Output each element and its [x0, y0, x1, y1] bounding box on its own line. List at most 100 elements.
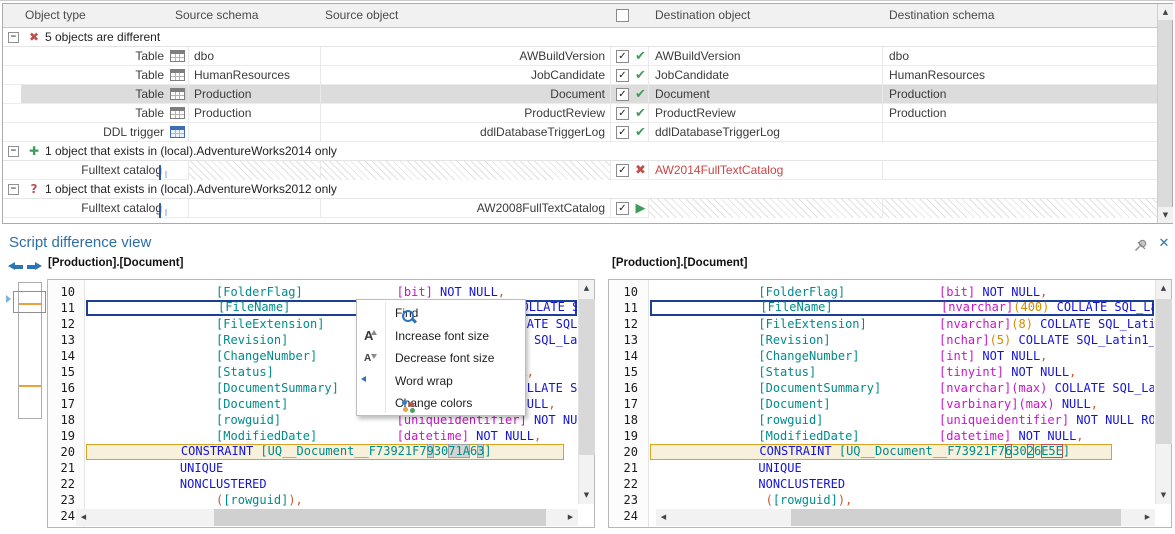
code-line[interactable]: UNIQUE [86, 460, 577, 476]
code-line[interactable]: ([rowguid]), [650, 492, 1154, 508]
include-cell: ✓ ✔ [611, 123, 649, 142]
row-checkbox[interactable]: ✓ [616, 107, 629, 120]
line-number: 15 [60, 365, 75, 379]
create-play-icon: ▶ [635, 201, 646, 216]
table-row[interactable]: Table HumanResources JobCandidate ✓ ✔ JobCand… [3, 66, 1172, 85]
row-checkbox[interactable]: ✓ [616, 88, 629, 101]
menu-item-label: Word wrap [395, 373, 453, 388]
code-line[interactable]: [rowguid] [uniqueidentifier] NOT NULL RO… [650, 412, 1154, 428]
row-checkbox[interactable]: ✓ [616, 69, 629, 82]
grid-body: − ✖ 5 objects are different Table dbo AWBuild… [3, 28, 1172, 218]
line-number: 24 [623, 509, 638, 523]
row-checkbox[interactable]: ✓ [616, 202, 629, 215]
table-row[interactable]: Fulltext catalog ✓ ✖ AW2014FullTextCatalog [3, 161, 1172, 180]
code-line[interactable]: [ModifiedDate] [datetime] NOT NULL, [86, 428, 577, 444]
group-row[interactable]: − ✖ 5 objects are different [3, 28, 1172, 47]
context-menu: Find A Increase font size A Decrease font si… [356, 299, 526, 416]
row-checkbox[interactable]: ✓ [616, 164, 629, 177]
menu-item-word-wrap[interactable]: Word wrap [357, 370, 525, 393]
left-vertical-scrollbar[interactable]: ▲ ▼ [578, 280, 595, 504]
scroll-down-icon[interactable]: ▼ [579, 487, 594, 503]
scrollbar-thumb[interactable] [214, 509, 546, 526]
group-row[interactable]: − ✚ 1 object that exists in (local).Advent… [3, 142, 1172, 161]
code-line[interactable]: [Revision] [nchar](5) COLLATE SQL_Latin1… [650, 332, 1154, 348]
synced-check-icon: ✔ [635, 125, 646, 140]
scroll-right-icon[interactable]: ▶ [1140, 509, 1155, 526]
grid-vertical-scrollbar[interactable]: ▲ ▼ [1157, 4, 1173, 223]
next-difference-icon[interactable] [27, 262, 42, 271]
scroll-up-icon[interactable]: ▲ [579, 280, 594, 296]
code-line[interactable]: [Status] [tinyint] NOT NULL, [650, 364, 1154, 380]
code-line[interactable]: CONSTRAINT [UQ__Document__F73921F763026E… [650, 444, 1112, 460]
code-line[interactable]: [ModifiedDate] [datetime] NOT NULL, [650, 428, 1154, 444]
destination-schema-cell [883, 199, 1160, 218]
row-checkbox[interactable]: ✓ [616, 50, 629, 63]
column-header-source-schema[interactable]: Source schema [175, 8, 258, 22]
close-icon[interactable]: ✕ [1156, 236, 1172, 252]
scrollbar-thumb[interactable] [791, 509, 1121, 526]
source-schema-cell [189, 123, 321, 142]
diff-map-viewport[interactable] [13, 291, 46, 313]
column-header-destination-schema[interactable]: Destination schema [889, 8, 994, 22]
scrollbar-thumb[interactable] [1156, 299, 1172, 444]
column-header-source-object[interactable]: Source object [325, 8, 398, 22]
column-header-object-type[interactable]: Object type [25, 8, 86, 22]
source-schema-cell: Production [189, 104, 321, 123]
code-line[interactable]: [FolderFlag] [bit] NOT NULL, [650, 284, 1154, 300]
code-line[interactable]: NONCLUSTERED [650, 476, 1154, 492]
scroll-right-icon[interactable]: ▶ [563, 509, 578, 526]
table-row[interactable]: Table Production Document ✓ ✔ Document Product… [3, 85, 1172, 104]
collapse-toggle[interactable]: − [8, 32, 19, 43]
code-line[interactable]: [Document] [varbinary](max) NULL, [650, 396, 1154, 412]
table-row[interactable]: Fulltext catalog AW2008FullTextCatalog ✓ ▶ [3, 199, 1172, 218]
line-number: 13 [60, 333, 75, 347]
menu-item-increase-font-size[interactable]: A Increase font size [357, 325, 525, 348]
scroll-left-icon[interactable]: ◀ [656, 509, 671, 526]
line-number: 19 [623, 429, 638, 443]
scrollbar-thumb[interactable] [579, 299, 595, 455]
table-row[interactable]: Table Production ProductReview ✓ ✔ ProductRev… [3, 104, 1172, 123]
source-object-cell: AWBuildVersion [321, 47, 611, 66]
line-number: 21 [623, 461, 638, 475]
collapse-toggle[interactable]: − [8, 184, 19, 195]
scroll-up-icon[interactable]: ▲ [1156, 280, 1171, 296]
destination-schema-cell [883, 161, 1160, 180]
code-line[interactable]: ([rowguid]), [86, 492, 577, 508]
group-row[interactable]: −? 1 object that exists in (local).Advent… [3, 180, 1172, 199]
code-line[interactable]: [FileExtension] [nvarchar](8) COLLATE SQ… [650, 316, 1154, 332]
line-number: 19 [60, 429, 75, 443]
right-vertical-scrollbar[interactable]: ▲ ▼ [1155, 280, 1172, 504]
line-number: 21 [60, 461, 75, 475]
diff-map-change-marker[interactable] [19, 385, 41, 387]
column-header-destination-object[interactable]: Destination object [655, 8, 750, 22]
scroll-left-icon[interactable]: ◀ [76, 509, 91, 526]
scroll-up-icon[interactable]: ▲ [1158, 4, 1173, 20]
destination-code-area[interactable]: [FolderFlag] [bit] NOT NULL, [FileName] … [650, 280, 1154, 527]
header-checkbox[interactable] [616, 9, 629, 22]
object-type-cell: Table [21, 66, 189, 85]
right-panel-object-label: [Production].[Document] [612, 257, 748, 269]
code-line[interactable]: [FolderFlag] [bit] NOT NULL, [86, 284, 577, 300]
include-cell: ✓ ✔ [611, 104, 649, 123]
previous-difference-icon[interactable] [8, 262, 23, 271]
menu-item-decrease-font-size[interactable]: A Decrease font size [357, 347, 525, 370]
code-line[interactable]: [FileName] [nvarchar](400) COLLATE SQL_L… [650, 300, 1154, 316]
line-number: 16 [623, 381, 638, 395]
pin-icon[interactable] [1133, 238, 1149, 254]
destination-object-cell: JobCandidate [649, 66, 883, 85]
table-row[interactable]: Table dbo AWBuildVersion ✓ ✔ AWBuildVersion db… [3, 47, 1172, 66]
code-line[interactable]: NONCLUSTERED [86, 476, 577, 492]
code-line[interactable]: UNIQUE [650, 460, 1154, 476]
left-horizontal-scrollbar[interactable]: ◀ ▶ [76, 509, 578, 526]
right-horizontal-scrollbar[interactable]: ◀ ▶ [656, 509, 1155, 526]
menu-item-change-colors[interactable]: Change colors [357, 392, 525, 415]
code-line[interactable]: [DocumentSummary] [nvarchar](max) COLLAT… [650, 380, 1154, 396]
code-line[interactable]: [ChangeNumber] [int] NOT NULL, [650, 348, 1154, 364]
table-row[interactable]: DDL trigger ddlDatabaseTriggerLog ✓ ✔ ddlDat… [3, 123, 1172, 142]
code-line[interactable]: CONSTRAINT [UQ__Document__F73921F793071A… [86, 444, 564, 460]
collapse-toggle[interactable]: − [8, 146, 19, 157]
scroll-down-icon[interactable]: ▼ [1158, 207, 1173, 223]
scroll-down-icon[interactable]: ▼ [1156, 487, 1171, 503]
menu-item-find[interactable]: Find [357, 302, 525, 325]
row-checkbox[interactable]: ✓ [616, 126, 629, 139]
